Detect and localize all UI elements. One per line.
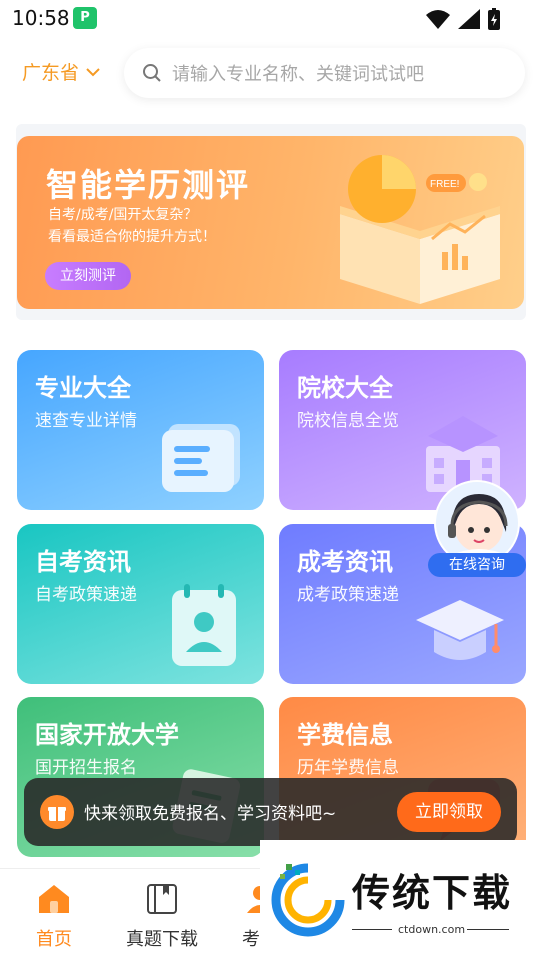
tab-home[interactable]: 首页 [4,883,104,951]
tab-label: 首页 [36,929,72,950]
card-title: 专业大全 [35,374,131,402]
watermark: 传统下载 ctdown.com [260,840,540,960]
chevron-down-icon [86,67,100,76]
status-bar: 10:58 P [0,0,540,38]
promo-text: 快来领取免费报名、学习资料吧~ [84,804,337,824]
tab-exam-downloads[interactable]: 真题下载 [112,883,212,951]
promo-toast: 快来领取免费报名、学习资料吧~ 立即领取 [24,778,517,846]
tab-label: 真题下载 [126,929,198,950]
search-icon [143,64,161,82]
document-icon [162,424,240,492]
calendar-person-icon [172,584,236,666]
watermark-text: 传统下载 [352,871,513,915]
banner-subtitle-1: 自考/成考/国开太复杂？ [48,207,198,223]
watermark-url: ctdown.com [398,923,466,936]
card-title: 自考资讯 [35,548,131,576]
status-time: 10:58 [12,6,70,30]
battery-icon [488,8,500,30]
book-icon [147,884,177,914]
card-subtitle: 速查专业详情 [35,411,137,431]
card-title: 国家开放大学 [35,721,179,749]
card-subtitle: 成考政策速递 [297,585,399,605]
card-title: 成考资讯 [297,548,393,576]
start-assessment-button[interactable]: 立刻测评 [45,262,131,290]
banner-subtitle-2: 看看最适合你的提升方式！ [48,229,216,245]
card-title: 院校大全 [297,374,393,402]
online-consult-button[interactable]: 在线咨询 [428,553,526,577]
gift-icon [40,795,74,829]
card-subtitle: 历年学费信息 [297,758,399,778]
location-selector[interactable]: 广东省 [22,58,101,85]
home-icon [39,885,69,913]
watermark-logo-icon [271,863,345,937]
wifi-icon [426,10,450,29]
assessment-banner[interactable]: 智能学历测评 自考/成考/国开太复杂？ 看看最适合你的提升方式！ 立刻测评 FR… [17,136,524,309]
card-subtitle: 自考政策速递 [35,585,137,605]
status-icons [426,8,500,30]
location-label: 广东省 [22,62,80,84]
search-placeholder: 请输入专业名称、关键词试试吧 [172,64,424,85]
open-book-chart-icon: FREE! [340,155,500,304]
card-subtitle: 国开招生报名 [35,758,137,778]
free-badge: FREE! [430,179,459,190]
card-title: 学费信息 [297,721,393,749]
search-input[interactable]: 请输入专业名称、关键词试试吧 [124,48,525,98]
card-major-catalog[interactable]: 专业大全 速查专业详情 [17,350,264,510]
watermark-divider [467,929,509,930]
banner-title: 智能学历测评 [46,166,251,204]
graduation-cap-icon [416,600,504,660]
card-self-exam-news[interactable]: 自考资讯 自考政策速递 [17,524,264,684]
watermark-divider [352,929,392,930]
claim-now-button[interactable]: 立即领取 [397,792,501,832]
signal-icon [458,9,480,29]
app-notification-icon: P [73,7,97,29]
card-subtitle: 院校信息全览 [297,411,399,431]
